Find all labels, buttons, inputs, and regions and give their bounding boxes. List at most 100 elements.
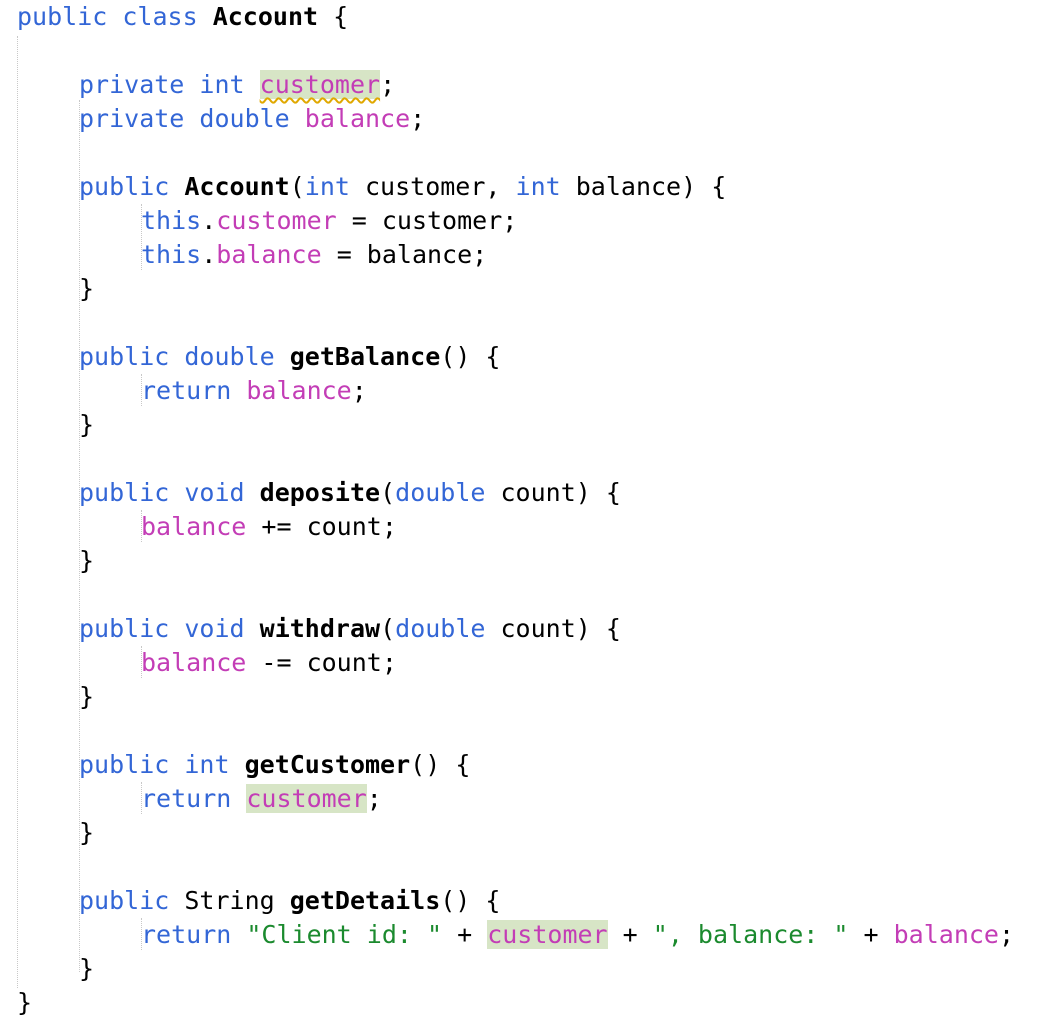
- code-line[interactable]: public void withdraw(double count) {: [79, 612, 621, 646]
- keyword-token: int: [184, 750, 230, 779]
- code-line[interactable]: public class Account {: [17, 0, 348, 34]
- code-token: (: [380, 614, 396, 643]
- code-token: String: [169, 886, 290, 915]
- field-token: customer: [487, 920, 608, 949]
- code-line[interactable]: return customer;: [141, 782, 382, 816]
- keyword-token: int: [515, 172, 561, 201]
- code-line[interactable]: this.balance = balance;: [141, 238, 487, 272]
- keyword-token: public: [79, 172, 170, 201]
- field-token: customer: [216, 206, 337, 235]
- method-name-token: getBalance: [289, 342, 441, 371]
- code-line[interactable]: balance -= count;: [141, 646, 397, 680]
- code-line[interactable]: }: [17, 986, 32, 1020]
- code-token: }: [79, 546, 95, 575]
- field-token: customer: [246, 784, 367, 813]
- field-token: balance: [246, 376, 352, 405]
- keyword-token: void: [184, 478, 245, 507]
- keyword-token: public: [79, 478, 170, 507]
- code-token: ;: [380, 70, 396, 99]
- keyword-token: class: [122, 2, 198, 31]
- code-line[interactable]: }: [79, 272, 94, 306]
- string-token: ", balance: ": [652, 920, 849, 949]
- code-line[interactable]: public String getDetails() {: [79, 884, 500, 918]
- code-line[interactable]: this.customer = customer;: [141, 204, 517, 238]
- code-token: {: [318, 2, 349, 31]
- keyword-token: return: [141, 920, 232, 949]
- code-line[interactable]: private double balance;: [79, 102, 425, 136]
- code-token: += count;: [246, 512, 397, 541]
- code-token: -= count;: [246, 648, 397, 677]
- keyword-token: void: [184, 614, 245, 643]
- keyword-token: this: [141, 206, 202, 235]
- keyword-token: public: [17, 2, 108, 31]
- code-line[interactable]: public void deposite(double count) {: [79, 476, 621, 510]
- code-line[interactable]: public double getBalance() {: [79, 340, 500, 374]
- code-line[interactable]: balance += count;: [141, 510, 397, 544]
- code-line[interactable]: }: [79, 952, 94, 986]
- keyword-token: private: [79, 104, 185, 133]
- method-name-token: getDetails: [289, 886, 441, 915]
- keyword-token: return: [141, 784, 232, 813]
- code-token: }: [79, 410, 95, 439]
- code-line[interactable]: private int customer;: [79, 68, 395, 102]
- keyword-token: double: [199, 104, 290, 133]
- code-token: ;: [410, 104, 426, 133]
- code-token: ;: [366, 784, 382, 813]
- method-name-token: getCustomer: [244, 750, 411, 779]
- code-line[interactable]: }: [79, 408, 94, 442]
- field-token: customer: [259, 70, 381, 99]
- code-line[interactable]: return balance;: [141, 374, 367, 408]
- keyword-token: public: [79, 750, 170, 779]
- code-token: count) {: [485, 478, 621, 507]
- keyword-token: this: [141, 240, 202, 269]
- code-token: ;: [998, 920, 1015, 949]
- code-token: }: [79, 954, 95, 983]
- keyword-token: return: [141, 376, 232, 405]
- code-token: +: [607, 920, 653, 949]
- code-line[interactable]: public Account(int customer, int balance…: [79, 170, 726, 204]
- keyword-token: double: [395, 614, 486, 643]
- code-token: () {: [410, 750, 471, 779]
- code-line[interactable]: }: [79, 680, 94, 714]
- code-token: }: [17, 988, 33, 1017]
- code-line[interactable]: }: [79, 816, 94, 850]
- keyword-token: int: [199, 70, 245, 99]
- code-line[interactable]: public int getCustomer() {: [79, 748, 470, 782]
- code-token: () {: [440, 342, 501, 371]
- keyword-token: public: [79, 614, 170, 643]
- code-token: count) {: [485, 614, 621, 643]
- code-token: = balance;: [321, 240, 488, 269]
- code-line[interactable]: }: [79, 544, 94, 578]
- code-token: +: [442, 920, 488, 949]
- code-token: }: [79, 682, 95, 711]
- indent-guide: [17, 36, 18, 988]
- code-token: }: [79, 818, 95, 847]
- code-token: balance) {: [560, 172, 727, 201]
- code-token: () {: [440, 886, 501, 915]
- code-line[interactable]: return "Client id: " + customer + ", bal…: [141, 918, 1014, 952]
- class-name-token: Account: [184, 172, 290, 201]
- keyword-token: public: [79, 886, 170, 915]
- field-token: balance: [893, 920, 999, 949]
- code-token: +: [848, 920, 894, 949]
- keyword-token: public: [79, 342, 170, 371]
- code-editor[interactable]: public class Account { private int custom…: [0, 0, 1056, 1028]
- code-token: = customer;: [336, 206, 518, 235]
- keyword-token: int: [304, 172, 350, 201]
